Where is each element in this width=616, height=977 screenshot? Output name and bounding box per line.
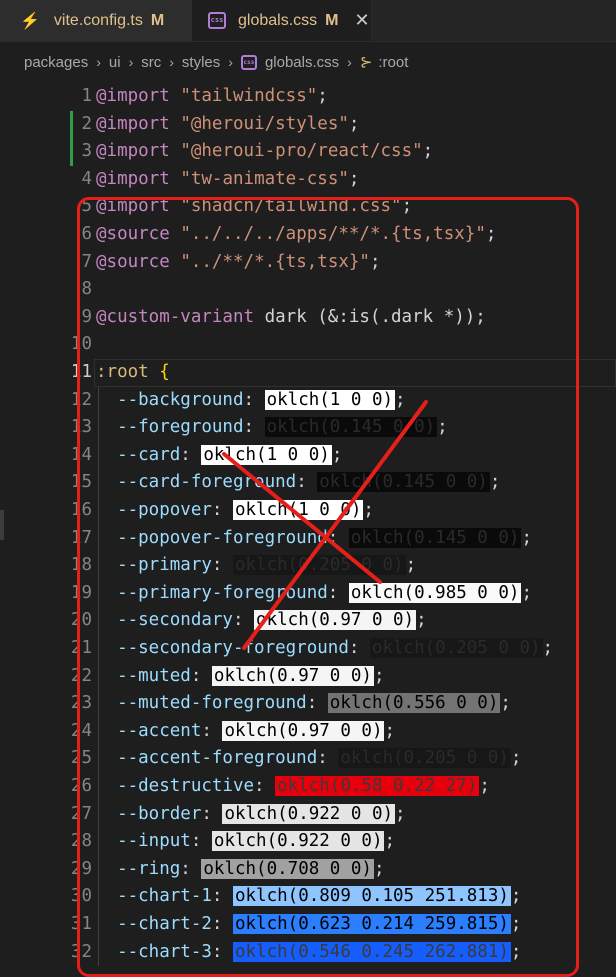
code-text: @import "@heroui-pro/react/css"; xyxy=(96,138,433,166)
code-line[interactable]: 4 @import "tw-animate-css"; xyxy=(0,166,616,194)
code-line[interactable]: 2 @import "@heroui/styles"; xyxy=(0,110,616,139)
code-token: "tw-animate-css" xyxy=(180,168,349,189)
code-token: "@heroui-pro/react/css" xyxy=(180,141,423,162)
code-token: @import xyxy=(96,86,170,106)
close-icon[interactable]: ✕ xyxy=(354,10,369,31)
bolt-icon: ⚡ xyxy=(20,12,40,30)
breadcrumb-item-styles[interactable]: styles xyxy=(182,54,220,71)
tab-modified-badge: M xyxy=(150,11,165,29)
breadcrumb-item-root[interactable]: :root xyxy=(378,54,408,71)
symbol-selector-icon: ⊱ xyxy=(359,54,373,71)
code-line[interactable]: 1 @import "tailwindcss"; xyxy=(0,83,616,111)
line-number: 3 xyxy=(81,141,92,162)
tab-modified-badge: M xyxy=(325,11,339,29)
tab-vite-config[interactable]: ⚡ vite.config.ts M xyxy=(0,0,192,41)
line-number: 4 xyxy=(81,168,92,189)
tab-label: vite.config.ts xyxy=(53,11,143,29)
breadcrumb-item-ui[interactable]: ui xyxy=(109,54,121,71)
chevron-right-icon: › xyxy=(169,54,174,70)
code-text: @import "tailwindcss"; xyxy=(96,83,328,111)
code-token: ; xyxy=(348,168,360,189)
chevron-right-icon: › xyxy=(347,54,352,70)
code-line[interactable]: 3 @import "@heroui-pro/react/css"; xyxy=(0,138,616,166)
chevron-right-icon: › xyxy=(128,54,134,70)
code-text: @import "@heroui/styles"; xyxy=(96,111,359,139)
code-token: ; xyxy=(348,113,360,134)
code-token: @import xyxy=(96,113,170,134)
css-file-icon: css xyxy=(240,54,257,70)
code-token: "@heroui/styles" xyxy=(180,113,349,134)
code-token: ; xyxy=(317,86,328,106)
code-token: "tailwindcss" xyxy=(180,86,318,106)
code-text: @import "tw-animate-css"; xyxy=(96,166,359,194)
css-file-icon: css xyxy=(208,12,226,29)
tab-label: globals.css xyxy=(238,11,318,29)
line-number: 1 xyxy=(81,86,92,106)
chevron-right-icon: › xyxy=(96,54,101,70)
breadcrumb-item-file[interactable]: globals.css xyxy=(265,54,339,71)
code-token: @import xyxy=(96,168,170,189)
breadcrumb-item-src[interactable]: src xyxy=(141,54,161,71)
code-token: @import xyxy=(96,141,170,162)
breadcrumb: packages › ui › src › styles › css globa… xyxy=(0,48,616,76)
tab-globals-css[interactable]: css globals.css M ✕ xyxy=(192,0,372,41)
line-number: 2 xyxy=(81,113,92,134)
annotation-rectangle xyxy=(77,197,579,977)
chevron-right-icon: › xyxy=(228,54,233,70)
breadcrumb-item-packages[interactable]: packages xyxy=(24,54,88,71)
code-token: ; xyxy=(422,141,434,162)
tab-bar: ⚡ vite.config.ts M css globals.css M ✕ xyxy=(0,0,616,42)
